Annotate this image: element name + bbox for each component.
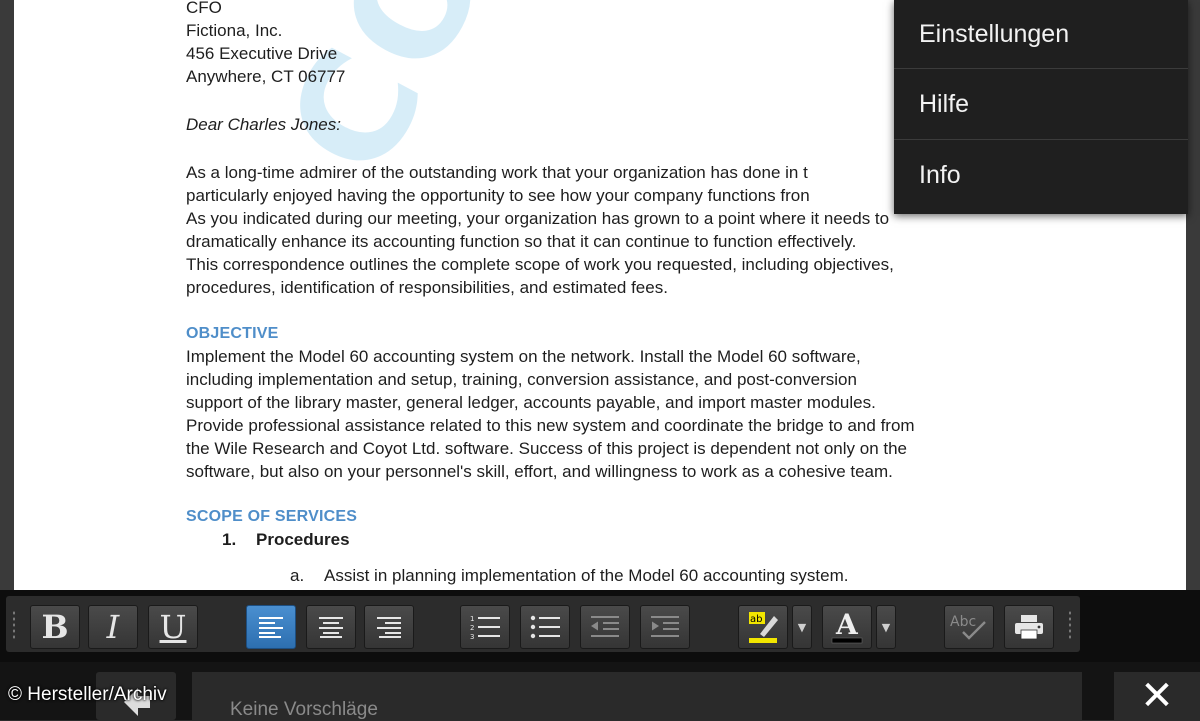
suggestion-bar: Keine Vorschläge ✕ [0, 662, 1200, 720]
svg-text:3: 3 [470, 633, 474, 641]
highlight-button[interactable]: ab [738, 605, 788, 649]
svg-text:A: A [835, 610, 859, 641]
numbered-list-button[interactable]: 123 [460, 605, 510, 649]
list-number: 1. [222, 530, 237, 549]
svg-text:ab: ab [750, 614, 762, 625]
objective-heading: OBJECTIVE [186, 325, 279, 342]
font-color-icon: A [831, 610, 863, 644]
decrease-indent-icon [591, 616, 619, 637]
increase-indent-icon [651, 616, 679, 637]
align-left-icon [259, 617, 283, 638]
svg-text:2: 2 [470, 624, 474, 632]
list-item: 1. Procedures [186, 528, 1066, 551]
chevron-down-icon: ▼ [881, 620, 891, 634]
increase-indent-button[interactable] [640, 605, 690, 649]
close-icon: ✕ [1140, 673, 1174, 719]
highlighter-icon: ab [749, 612, 778, 643]
paragraph-line: the Wile Research and Coyot Ltd. softwar… [186, 439, 908, 458]
list-item-text: Procedures [256, 530, 350, 549]
spellcheck-icon: Abc [950, 614, 986, 640]
toolbar-grip-icon[interactable] [12, 610, 16, 640]
paragraph-line: procedures, identification of responsibi… [186, 278, 668, 297]
font-color-swatch [831, 637, 863, 644]
highlight-dropdown[interactable]: ▼ [792, 605, 812, 649]
toolbar-panel: B I U 123 ab ▼ A ▼ Abc [6, 596, 1080, 652]
list-letter: a. [290, 566, 305, 585]
align-right-button[interactable] [364, 605, 414, 649]
underline-button[interactable]: U [148, 605, 198, 649]
print-button[interactable] [1004, 605, 1054, 649]
align-right-icon [377, 617, 401, 638]
suggestion-placeholder: Keine Vorschläge [230, 699, 378, 720]
paragraph-line: including implementation and setup, trai… [186, 370, 857, 389]
printer-icon [1015, 615, 1043, 640]
list-item-text: Assist in planning implementation of the… [324, 566, 849, 585]
document-viewport: CONFIDENTIAL CFO Fictiona, Inc. 456 Exec… [0, 0, 1200, 590]
scope-heading: SCOPE OF SERVICES [186, 508, 358, 525]
paragraph-line: support of the library master, general l… [186, 393, 876, 412]
paragraph-line: This correspondence outlines the complet… [186, 255, 894, 274]
svg-text:Abc: Abc [950, 614, 976, 630]
menu-item-settings[interactable]: Einstellungen [894, 0, 1188, 69]
paragraph-line: Implement the Model 60 accounting system… [186, 347, 861, 366]
highlight-color-swatch [749, 638, 777, 643]
list-item: a. Assist in planning implementation of t… [186, 564, 1066, 587]
spellcheck-button[interactable]: Abc [944, 605, 994, 649]
paragraph-line: software, but also on your personnel's s… [186, 462, 893, 481]
overflow-menu: Einstellungen Hilfe Info [894, 0, 1188, 214]
paragraph-line: Provide professional assistance related … [186, 416, 915, 435]
align-center-icon [319, 617, 343, 638]
bullet-list-icon [530, 615, 560, 639]
menu-item-info[interactable]: Info [894, 140, 1188, 210]
formatting-toolbar: B I U 123 ab ▼ A ▼ Abc [0, 590, 1200, 662]
chevron-down-icon: ▼ [797, 620, 807, 634]
align-left-button[interactable] [246, 605, 296, 649]
align-center-button[interactable] [306, 605, 356, 649]
font-color-dropdown[interactable]: ▼ [876, 605, 896, 649]
decrease-indent-button[interactable] [580, 605, 630, 649]
bullet-list-button[interactable] [520, 605, 570, 649]
close-button[interactable]: ✕ [1114, 672, 1200, 720]
font-color-button[interactable]: A [822, 605, 872, 649]
italic-button[interactable]: I [88, 605, 138, 649]
menu-item-help[interactable]: Hilfe [894, 69, 1188, 140]
paragraph-line: dramatically enhance its accounting func… [186, 232, 857, 251]
bold-button[interactable]: B [30, 605, 80, 649]
image-credit: © Hersteller/Archiv [8, 684, 167, 705]
suggestion-field[interactable]: Keine Vorschläge [192, 672, 1082, 720]
toolbar-grip-icon[interactable] [1068, 610, 1072, 640]
numbered-list-icon: 123 [470, 615, 500, 641]
svg-text:1: 1 [470, 615, 474, 623]
